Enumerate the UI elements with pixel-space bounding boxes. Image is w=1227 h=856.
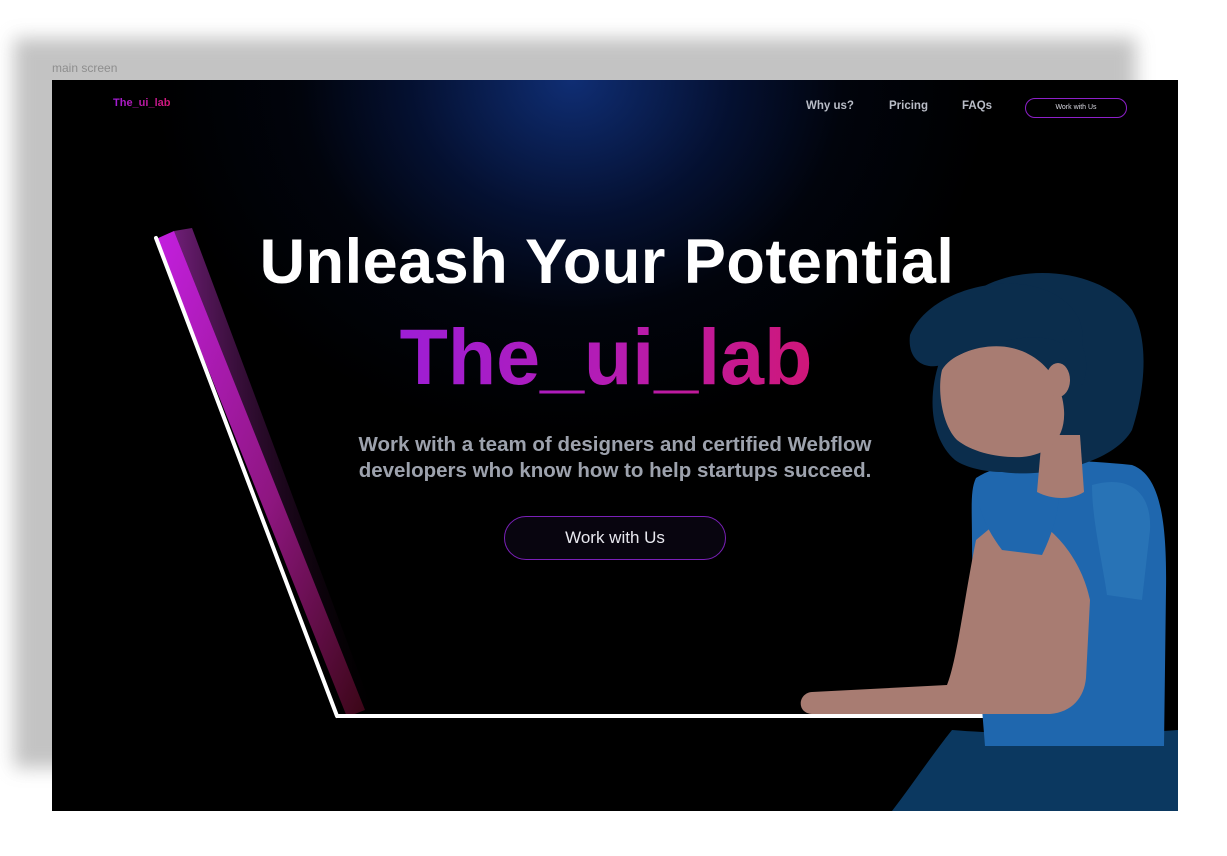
hero-brand-name: The_ui_lab (382, 307, 830, 407)
woman-illustration (800, 272, 1178, 811)
hero-subtitle-line-2: developers who know how to help startups… (358, 459, 872, 482)
hero-work-with-us-button[interactable]: Work with Us (504, 516, 726, 560)
hero-subtitle: Work with a team of designers and certif… (315, 432, 915, 484)
header-work-with-us-button[interactable]: Work with Us (1025, 98, 1127, 118)
hero-title: Unleash Your Potential (259, 227, 955, 297)
nav-item-pricing[interactable]: Pricing (889, 100, 928, 112)
frame-label: main screen (52, 61, 118, 75)
main-screen-frame: The_ui_lab Why us? Pricing FAQs Work wit… (52, 80, 1178, 811)
logo[interactable]: The_ui_lab (113, 97, 170, 109)
nav-item-why-us[interactable]: Why us? (806, 100, 854, 112)
hero-subtitle-line-1: Work with a team of designers and certif… (358, 433, 872, 456)
nav-item-faqs[interactable]: FAQs (962, 100, 992, 112)
design-canvas: main screen The_ui_lab Why us? Pricing F… (0, 0, 1227, 856)
